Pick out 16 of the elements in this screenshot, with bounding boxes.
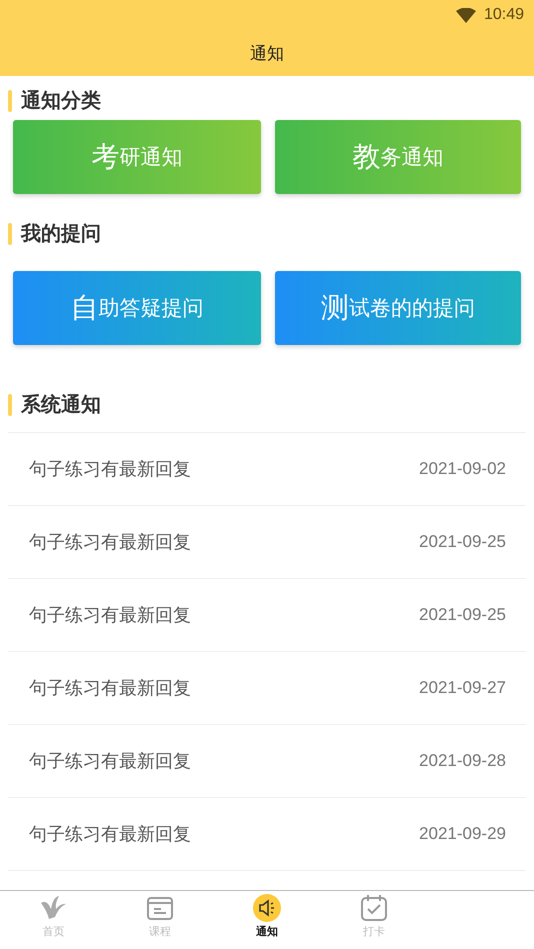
notification-item[interactable]: 句子练习有最新回复 2021-09-29	[8, 798, 526, 871]
clock-time: 10:49	[484, 6, 524, 24]
notification-item[interactable]: 句子练习有最新回复 2021-09-25	[8, 506, 526, 579]
notification-item[interactable]: 句子练习有最新回复 2021-09-27	[8, 652, 526, 725]
wifi-icon	[456, 8, 476, 22]
section-heading: 通知分类	[21, 87, 101, 114]
nav-tab[interactable]: 通知	[214, 894, 320, 949]
speaker-icon	[252, 894, 281, 922]
section-heading: 系统通知	[21, 391, 101, 418]
notification-item[interactable]: 句子练习有最新回复 2021-09-25	[8, 579, 526, 652]
calendar-check-icon	[360, 894, 388, 922]
section-heading: 我的提问	[21, 220, 101, 247]
notification-item[interactable]: 句子练习有最新回复 2021-09-28	[8, 725, 526, 798]
folder-icon	[146, 895, 174, 921]
page-title: 通知	[250, 42, 284, 64]
notification-item[interactable]: 句子练习有最新回复 2021-09-02	[8, 433, 526, 506]
